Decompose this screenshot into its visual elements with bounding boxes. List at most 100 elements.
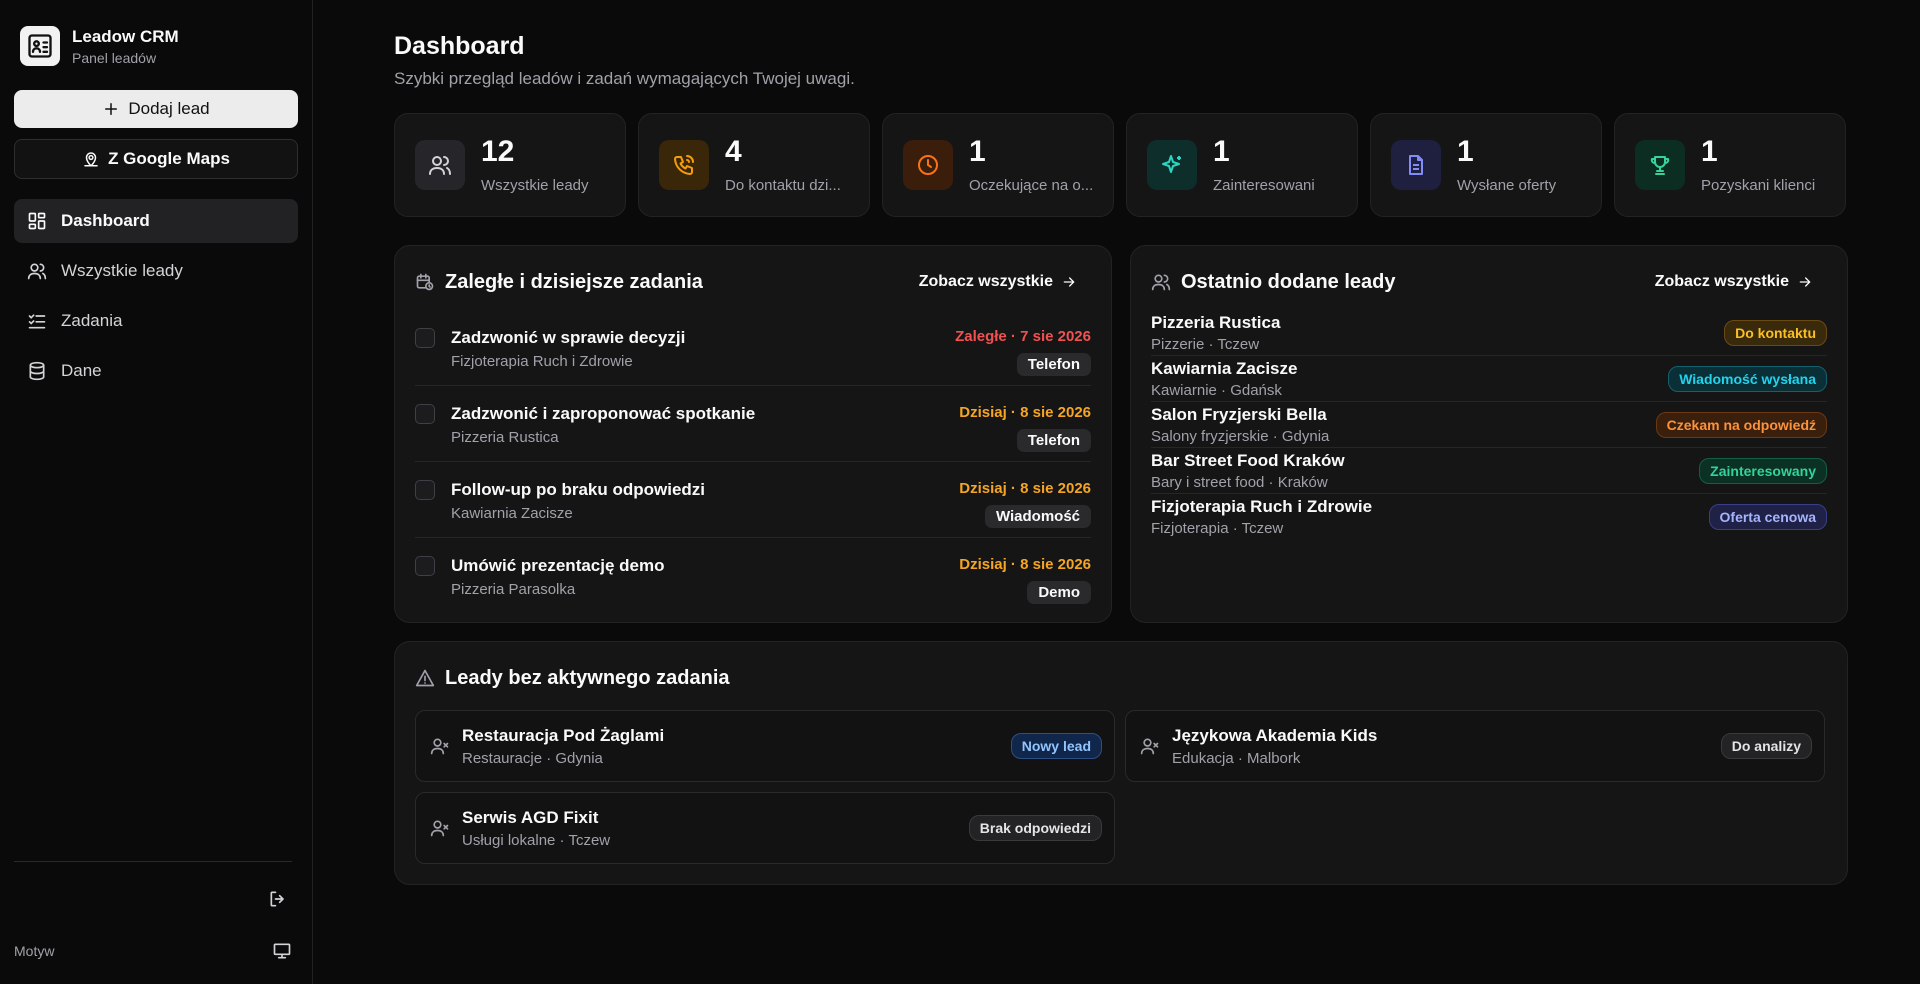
divider [14, 861, 292, 862]
task-title: Umówić prezentację demo [451, 556, 665, 575]
no-active-title: Leady bez aktywnego zadania [445, 666, 730, 689]
recent-see-all-link[interactable]: Zobacz wszystkie [1655, 273, 1813, 291]
list-item[interactable]: Językowa Akademia Kids Edukacja · Malbork… [1125, 710, 1825, 782]
logout-icon[interactable] [268, 889, 288, 909]
stat-label: Wszystkie leady [481, 176, 589, 194]
task-tag: Wiadomość [984, 505, 1091, 528]
user-x-icon [430, 820, 449, 837]
list-item[interactable]: Pizzeria Rustica Pizzerie · Tczew Do kont… [1151, 310, 1827, 356]
task-due: Dzisiaj · 8 sie 2026 [959, 556, 1091, 573]
status-badge: Zainteresowany [1699, 457, 1827, 484]
lead-name: Serwis AGD Fixit [462, 807, 599, 827]
lead-name: Bar Street Food Kraków [1151, 450, 1345, 470]
checklist-icon [28, 314, 46, 329]
add-lead-button[interactable]: Dodaj lead [14, 90, 298, 128]
file-icon [1391, 140, 1441, 190]
task-tag: Telefon [1016, 353, 1091, 376]
theme-label: Motyw [14, 943, 55, 959]
task-checkbox[interactable] [415, 404, 435, 424]
task-lead: Fizjoterapia Ruch i Zdrowie [451, 353, 633, 370]
list-item[interactable]: Salon Fryzjerski Bella Salony fryzjerskie… [1151, 402, 1827, 448]
users-icon [27, 263, 47, 280]
lead-name: Salon Fryzjerski Bella [1151, 404, 1327, 424]
sidebar-item-label: Wszystkie leady [61, 261, 183, 280]
stats-row: 12 Wszystkie leady 4 Do kontaktu dzi... 1 O… [394, 113, 1848, 217]
list-item[interactable]: Kawiarnia Zacisze Kawiarnie · Gdańsk Wiad… [1151, 356, 1827, 402]
tasks-see-all-link[interactable]: Zobacz wszystkie [919, 273, 1077, 291]
google-maps-label: Z Google Maps [108, 149, 230, 168]
warning-icon [415, 669, 435, 687]
recent-leads-card: Ostatnio dodane leady Zobacz wszystkie P… [1130, 245, 1848, 623]
stat-card-won[interactable]: 1 Pozyskani klienci [1614, 113, 1846, 217]
task-row[interactable]: Follow-up po braku odpowiedzi Kawiarnia Z… [415, 462, 1091, 538]
arrow-right-icon [1799, 277, 1811, 287]
main-content: Dashboard Szybki przegląd leadów i zadań… [313, 0, 1920, 984]
monitor-icon[interactable] [272, 941, 292, 961]
status-badge: Czekam na odpowiedź [1655, 411, 1827, 438]
brand-subtitle: Panel leadów [72, 49, 157, 66]
app-root: Leadow CRM Panel leadów Dodaj lead Z Goo… [0, 0, 1920, 984]
lead-sub: Usługi lokalne · Tczew [462, 831, 611, 849]
stat-card-interested[interactable]: 1 Zainteresowani [1126, 113, 1358, 217]
task-due: Dzisiaj · 8 sie 2026 [959, 404, 1091, 421]
task-row[interactable]: Umówić prezentację demo Pizzeria Parasolk… [415, 538, 1091, 614]
sidebar-item-tasks[interactable]: Zadania [14, 299, 298, 343]
sidebar-footer: Motyw [14, 861, 292, 966]
recent-title: Ostatnio dodane leady [1181, 270, 1396, 293]
lead-name: Pizzeria Rustica [1151, 312, 1281, 332]
status-badge: Do analizy [1720, 733, 1812, 759]
trophy-icon [1635, 140, 1685, 190]
clock-icon [903, 140, 953, 190]
sidebar-item-label: Dashboard [61, 211, 150, 230]
stat-card-contact-today[interactable]: 4 Do kontaktu dzi... [638, 113, 870, 217]
task-checkbox[interactable] [415, 480, 435, 500]
sidebar-item-data[interactable]: Dane [14, 349, 298, 393]
sidebar-item-all-leads[interactable]: Wszystkie leady [14, 249, 298, 293]
stat-card-all-leads[interactable]: 12 Wszystkie leady [394, 113, 626, 217]
task-due: Zaległe · 7 sie 2026 [955, 328, 1091, 345]
task-row[interactable]: Zadzwonić i zaproponować spotkanie Pizzer… [415, 386, 1091, 462]
stat-card-offers[interactable]: 1 Wysłane oferty [1370, 113, 1602, 217]
list-item[interactable]: Fizjoterapia Ruch i Zdrowie Fizjoterapia … [1151, 494, 1827, 540]
status-badge: Do kontaktu [1724, 319, 1827, 346]
stat-value: 1 [1213, 134, 1230, 168]
list-item[interactable]: Bar Street Food Kraków Bary i street food… [1151, 448, 1827, 494]
sidebar-item-dashboard[interactable]: Dashboard [14, 199, 298, 243]
tasks-title: Zaległe i dzisiejsze zadania [445, 270, 703, 293]
status-badge: Oferta cenowa [1708, 504, 1827, 530]
task-title: Zadzwonić i zaproponować spotkanie [451, 404, 756, 423]
task-lead: Pizzeria Parasolka [451, 581, 576, 598]
lead-name: Językowa Akademia Kids [1172, 725, 1378, 745]
no-active-task-card: Leady bez aktywnego zadania Restauracja … [394, 641, 1848, 885]
see-all-label: Zobacz wszystkie [918, 273, 1053, 290]
sparkles-icon [1147, 140, 1197, 190]
list-item[interactable]: Serwis AGD Fixit Usługi lokalne · Tczew B… [415, 792, 1115, 864]
google-maps-button[interactable]: Z Google Maps [14, 139, 298, 179]
map-pin-icon [84, 152, 98, 167]
users-icon [1151, 274, 1171, 291]
calendar-clock-icon [416, 273, 434, 291]
brand[interactable]: Leadow CRM Panel leadów [14, 26, 298, 66]
brand-title: Leadow CRM [72, 26, 179, 46]
user-x-icon [1140, 738, 1159, 755]
lead-sub: Fizjoterapia · Tczew [1151, 520, 1284, 537]
stat-value: 1 [969, 134, 986, 168]
lead-name: Kawiarnia Zacisze [1151, 358, 1298, 378]
stat-label: Wysłane oferty [1457, 176, 1557, 194]
database-icon [29, 361, 45, 381]
stat-card-awaiting[interactable]: 1 Oczekujące na o... [882, 113, 1114, 217]
sidebar-item-label: Dane [61, 361, 102, 380]
users-icon [415, 140, 465, 190]
lead-sub: Bary i street food · Kraków [1151, 473, 1328, 491]
stat-value: 4 [725, 134, 742, 168]
page-title: Dashboard [394, 32, 525, 60]
task-checkbox[interactable] [415, 556, 435, 576]
status-badge: Wiadomość wysłana [1668, 365, 1827, 392]
task-row[interactable]: Zadzwonić w sprawie decyzji Fizjoterapia … [415, 310, 1091, 386]
add-lead-label: Dodaj lead [128, 99, 210, 118]
list-item[interactable]: Restauracja Pod Żaglami Restauracje · Gdy… [415, 710, 1115, 782]
task-tag: Demo [1027, 581, 1091, 604]
task-checkbox[interactable] [415, 328, 435, 348]
lead-name: Restauracja Pod Żaglami [462, 725, 665, 745]
user-x-icon [430, 738, 449, 755]
